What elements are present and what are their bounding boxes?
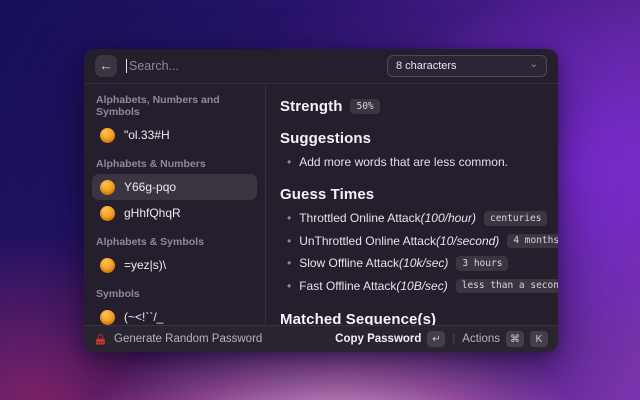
- password-list-item-selected[interactable]: Y66g-pqo: [92, 174, 257, 200]
- section-header: Symbols: [96, 288, 253, 300]
- character-count-dropdown[interactable]: 8 characters ⌄: [387, 55, 547, 77]
- bullet-dot: •: [287, 280, 291, 292]
- back-button[interactable]: ←: [95, 55, 117, 77]
- password-emoji-icon: [100, 206, 115, 221]
- password-list-sidebar: Alphabets, Numbers and Symbols "ol.33#H …: [84, 84, 266, 325]
- password-emoji-icon: [100, 310, 115, 325]
- action-bar: Generate Random Password Copy Password ↵…: [84, 325, 558, 352]
- window-header: ← Search... 8 characters ⌄: [84, 49, 558, 84]
- password-list-item[interactable]: =yez|s)\: [92, 252, 257, 278]
- section-header: Alphabets & Symbols: [96, 236, 253, 248]
- bullet-dot: •: [287, 257, 291, 269]
- command-title: Generate Random Password: [114, 333, 262, 345]
- suggestion-text: Add more words that are less common.: [299, 155, 508, 169]
- guess-time-row: • Throttled Online Attack(100/hour) cent…: [287, 211, 544, 226]
- password-emoji-icon: [100, 128, 115, 143]
- guess-times-heading: Guess Times: [280, 186, 544, 203]
- text-caret: [126, 59, 127, 73]
- password-list-item[interactable]: gHhfQhqR: [92, 200, 257, 226]
- password-detail-panel: Strength 50% Suggestions • Add more word…: [266, 84, 558, 325]
- password-emoji-icon: [100, 180, 115, 195]
- command-key-icon: ⌘: [506, 331, 524, 347]
- guess-time-row: • UnThrottled Online Attack(10/second) 4…: [287, 234, 544, 249]
- actions-button[interactable]: Actions ⌘ K: [462, 331, 548, 347]
- guess-time-row: • Slow Offline Attack(10k/sec) 3 hours: [287, 256, 544, 271]
- footer-divider: |: [452, 333, 455, 345]
- strength-badge: 50%: [350, 99, 379, 114]
- window-body: Alphabets, Numbers and Symbols "ol.33#H …: [84, 84, 558, 325]
- desktop-background: ← Search... 8 characters ⌄ Alphabets, Nu…: [0, 0, 640, 400]
- k-key-icon: K: [530, 331, 548, 347]
- password-list-item[interactable]: (~<!``/_: [92, 304, 257, 325]
- enter-key-icon: ↵: [427, 331, 445, 347]
- dropdown-value: 8 characters: [396, 60, 524, 72]
- bullet-dot: •: [287, 212, 291, 224]
- search-placeholder: Search...: [129, 59, 179, 73]
- bullet-dot: •: [287, 235, 291, 247]
- password-list-item[interactable]: "ol.33#H: [92, 122, 257, 148]
- password-generator-window: ← Search... 8 characters ⌄ Alphabets, Nu…: [84, 49, 558, 352]
- chevron-down-icon: ⌄: [530, 60, 538, 70]
- guess-time-badge: 4 months: [507, 234, 558, 249]
- suggestions-heading: Suggestions: [280, 130, 544, 147]
- matched-sequences-heading: Matched Sequence(s): [280, 311, 544, 325]
- section-header: Alphabets, Numbers and Symbols: [96, 94, 253, 118]
- copy-password-button[interactable]: Copy Password ↵: [335, 331, 445, 347]
- guess-time-row: • Fast Offline Attack(10B/sec) less than…: [287, 279, 544, 294]
- guess-time-badge: centuries: [484, 211, 547, 226]
- extension-lock-icon: [94, 333, 107, 346]
- search-input[interactable]: Search...: [126, 49, 378, 83]
- section-header: Alphabets & Numbers: [96, 158, 253, 170]
- bullet-dot: •: [287, 156, 291, 168]
- guess-time-badge: less than a second: [456, 279, 558, 294]
- guess-time-badge: 3 hours: [456, 256, 508, 271]
- strength-heading: Strength: [280, 98, 342, 115]
- back-arrow-icon: ←: [100, 55, 113, 77]
- password-emoji-icon: [100, 258, 115, 273]
